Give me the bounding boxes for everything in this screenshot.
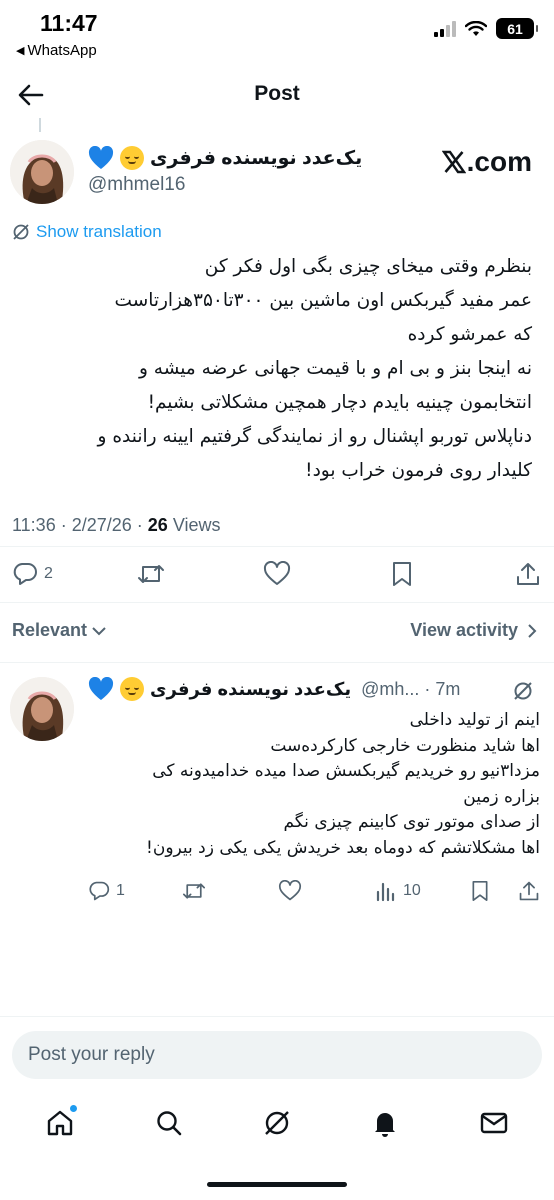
post-line: نه اینجا بنز و بی ام و با قیمت جهانی عرض… [138,358,532,379]
brand-text: .com [466,146,532,177]
post-line: بنظرم وقتی میخای چیزی بگی اول فکر کن [204,256,532,277]
reply-author-row[interactable]: یک‌عدد نویسنده فرفری @mh... · 7m [88,677,460,701]
relieved-face-icon [120,677,144,701]
reply-views-count: 10 [403,882,421,899]
share-icon [517,563,539,585]
repost-icon [138,565,164,583]
bookmark-icon [472,880,488,901]
notification-dot [69,1104,79,1113]
view-activity-link[interactable]: View activity [410,620,538,641]
divider [0,1016,554,1017]
blue-heart-icon [88,677,114,700]
reply-reply-button[interactable]: 1 [88,880,125,902]
reply-line: مزدا۳نیو رو خریدیم گیربکسش صدا میده خدام… [152,761,540,781]
share-icon [519,881,539,901]
like-icon [278,880,302,901]
bottom-tab-bar [0,1100,554,1146]
bell-icon [375,1113,396,1137]
reply-share-button[interactable] [518,880,540,902]
reply-repost-button[interactable] [182,880,206,902]
reply-like-button[interactable] [278,880,302,902]
post-line: که عمرشو کرده [407,324,532,345]
reply-text: اینم از تولید داخلی اها شاید منظورت خارج… [88,708,540,861]
views-icon [376,882,395,902]
reply-composer-input[interactable]: Post your reply [12,1031,542,1079]
reply-count: 2 [44,565,53,582]
post-date: 2/27/26 [71,515,132,535]
views-count: 26 [147,515,168,535]
reply-placeholder: Post your reply [28,1044,155,1065]
show-translation-label[interactable]: Show translation [36,222,162,242]
signal-icon [434,20,456,37]
x-logo-icon [441,150,466,174]
views-label: Views [172,515,221,535]
chevron-right-icon [528,623,537,638]
chevron-down-icon [92,626,106,635]
post-text: بنظرم وقتی میخای چیزی بگی اول فکر کن عمر… [10,250,532,488]
x-com-brand: .com [441,146,532,178]
tab-grok[interactable] [262,1108,292,1138]
search-icon [156,1111,181,1136]
like-button[interactable] [263,561,291,587]
blue-heart-icon [88,146,114,170]
status-icons: 61 [434,18,538,39]
page-title: Post [254,82,300,105]
tab-search[interactable] [154,1108,184,1138]
reply-handle-time: @mh... · 7m [361,678,461,699]
reply-line: بزاره زمین [463,786,540,807]
reply-reply-count: 1 [116,882,125,899]
reply-icon [13,563,37,585]
post-line: کلیدار روی فرمون خراب بود! [305,460,532,481]
divider [0,662,554,663]
reply-icon [89,881,110,901]
reply-avatar[interactable] [10,677,74,741]
mail-icon [480,1112,507,1134]
post-line: عمر مفید گیربکس اون ماشین بین ۳۰۰تا۳۵۰هز… [114,290,532,311]
tab-notifications[interactable] [370,1108,400,1138]
post-line: انتخابمون چینیه بایدم دچار همچین مشکلاتی… [147,392,532,413]
reply-grok-button[interactable] [512,680,534,702]
grok-icon [514,682,532,700]
view-activity-label: View activity [410,620,518,640]
grok-icon [13,224,29,240]
bookmark-icon [393,562,411,586]
avatar[interactable] [10,140,74,204]
wifi-icon [465,20,487,37]
reply-views-button[interactable]: 10 [375,880,421,902]
share-button[interactable] [515,561,541,587]
bookmark-button[interactable] [390,561,414,587]
tab-messages[interactable] [479,1108,509,1138]
sort-label: Relevant [12,620,88,640]
battery-indicator: 61 [496,18,538,39]
divider [0,602,554,603]
reply-line: اینم از تولید داخلی [409,710,540,730]
sort-relevant-dropdown[interactable]: Relevant [12,620,107,641]
post-meta: 11:36 · 2/27/26 · 26 Views [12,515,221,535]
post-time: 11:36 [12,515,56,535]
reply-author-name[interactable]: یک‌عدد نویسنده فرفری [150,679,351,700]
reply-line: اها شاید منظورت خارجی کارکرده‌ست [270,735,540,756]
back-app-label: WhatsApp [27,42,97,59]
reply-bookmark-button[interactable] [470,880,490,902]
reply-line: اها مشکلاتشم که دوماه بعد خریدش یکی یکی … [146,837,540,858]
thread-line [39,118,41,132]
grok-icon [265,1111,289,1135]
home-indicator [207,1182,347,1187]
author-name[interactable]: یک‌عدد نویسنده فرفری [150,147,362,170]
repost-button[interactable] [137,561,165,587]
status-time: 11:47 [40,10,98,36]
back-triangle-icon: ◀ [16,45,25,57]
author-handle[interactable]: @mhmel16 [88,174,185,196]
show-translation-link[interactable]: Show translation [12,222,162,242]
reply-line: از صدای موتور توی کابینم چیزی نگم [283,812,540,832]
tab-home[interactable] [45,1104,79,1138]
like-icon [263,561,291,585]
repost-icon [183,883,205,899]
reply-button[interactable]: 2 [12,561,53,587]
post-line: دناپلاس توربو اپشنال رو از نمایندگی گرفت… [97,426,532,447]
relieved-face-icon [120,146,144,170]
post-author-row[interactable]: یک‌عدد نویسنده فرفری [88,146,362,170]
back-to-app-link[interactable]: ◀ WhatsApp [16,42,97,59]
divider [0,546,554,547]
